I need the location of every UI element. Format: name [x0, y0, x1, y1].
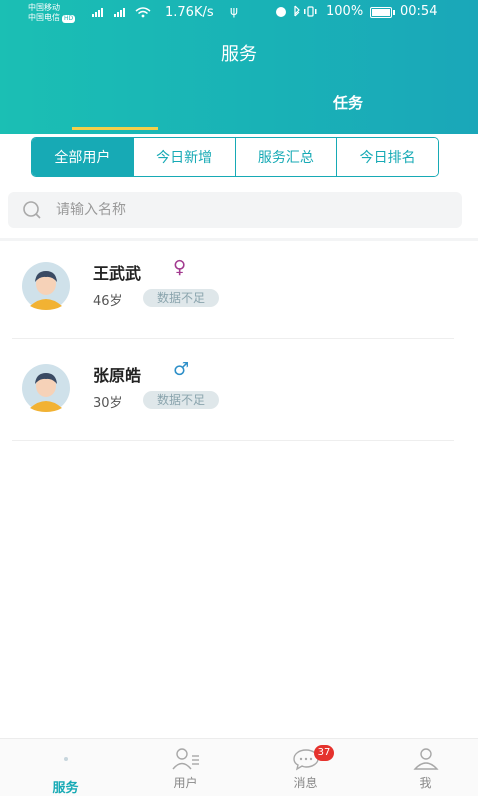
- row-divider: [12, 338, 454, 339]
- user-age: 30岁: [93, 396, 123, 411]
- carrier-info: 中国移动 中国电信 HD: [28, 3, 76, 23]
- divider: [0, 238, 478, 241]
- status-badge: 数据不足: [143, 391, 220, 409]
- segment-service-summary[interactable]: 服务汇总: [235, 138, 338, 176]
- row-divider: [12, 440, 454, 441]
- status-badge: 数据不足: [143, 289, 220, 307]
- page-title: 服务: [221, 44, 257, 65]
- list-item-user[interactable]: 张原皓 ♂ 30岁 数据不足: [0, 348, 478, 448]
- female-icon: ♀: [173, 257, 187, 278]
- nav-service[interactable]: 服务: [6, 739, 125, 796]
- profile-icon: [412, 748, 439, 770]
- segment-today-new[interactable]: 今日新增: [133, 138, 236, 176]
- user-list-icon: [171, 748, 199, 770]
- hd-badge: HD: [62, 15, 76, 23]
- battery-icon: [370, 7, 395, 18]
- user-name: 张原皓: [93, 366, 142, 385]
- service-icon: [63, 757, 68, 761]
- search-input[interactable]: [56, 202, 436, 218]
- usb-icon: ψ: [230, 4, 238, 18]
- header: 中国移动 中国电信 HD 1.76K/s ψ 100% 00:54 服务 任务: [0, 0, 478, 134]
- male-icon: ♂: [173, 359, 190, 380]
- carrier-1: 中国移动: [28, 3, 60, 12]
- search-icon: [23, 201, 41, 219]
- carrier-2: 中国电信: [28, 13, 60, 22]
- signal-icon: [88, 6, 158, 21]
- nav-label: 服务: [52, 781, 79, 796]
- nav-label: 用户: [173, 776, 198, 790]
- system-icons: [275, 4, 323, 21]
- list-item-user[interactable]: 王武武 ♀ 46岁 数据不足: [0, 246, 478, 346]
- user-name: 王武武: [93, 264, 142, 283]
- main-content: 全部用户 今日新增 服务汇总 今日排名 王武武 ♀ 46岁 数据不足: [0, 134, 478, 738]
- filter-segmented-control: 全部用户 今日新增 服务汇总 今日排名: [31, 137, 439, 177]
- nav-label: 消息: [293, 776, 318, 790]
- net-speed: 1.76K/s: [165, 5, 214, 20]
- segment-today-ranking[interactable]: 今日排名: [337, 138, 438, 176]
- segment-all-users[interactable]: 全部用户: [32, 138, 134, 176]
- avatar: [22, 262, 70, 310]
- nav-profile[interactable]: 我: [366, 739, 478, 796]
- nav-messages[interactable]: 37 消息: [246, 739, 365, 796]
- nav-users[interactable]: 用户: [126, 739, 245, 796]
- clock: 00:54: [400, 4, 438, 19]
- bottom-nav: 服务 用户 37 消息 我: [0, 738, 478, 796]
- tab-task[interactable]: 任务: [333, 92, 363, 113]
- unread-badge: 37: [314, 745, 334, 761]
- status-bar: 中国移动 中国电信 HD 1.76K/s ψ 100% 00:54: [0, 0, 478, 26]
- search-bar: [8, 192, 462, 228]
- nav-label: 我: [419, 776, 432, 790]
- avatar: [22, 364, 70, 412]
- user-age: 46岁: [93, 294, 123, 309]
- tab-service-indicator: [72, 127, 158, 130]
- battery-percent: 100%: [326, 4, 364, 19]
